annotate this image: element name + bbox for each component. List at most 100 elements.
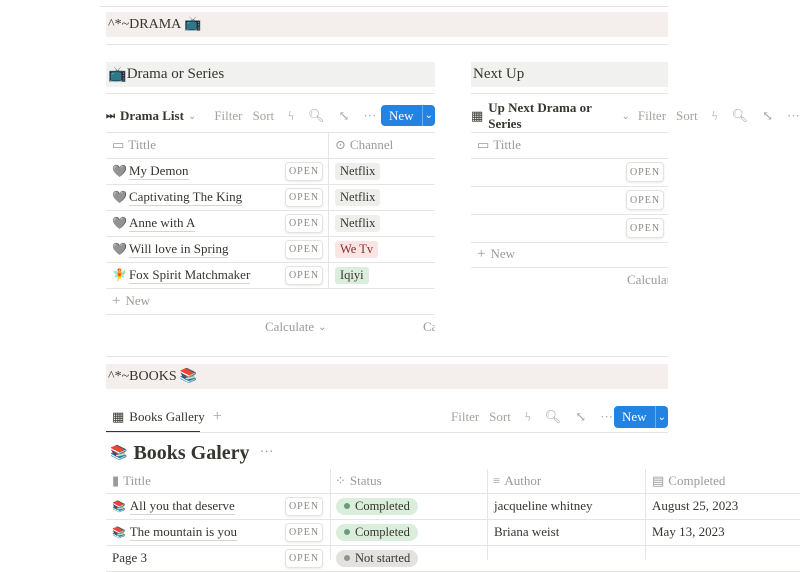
more-icon[interactable]: ···: [260, 445, 274, 461]
completed-date-cell[interactable]: August 25, 2023: [652, 493, 738, 519]
status-cell[interactable]: Completed: [336, 519, 418, 545]
books-title: 📚 Books Galery ···: [110, 440, 274, 466]
expand-icon[interactable]: ⤡: [339, 108, 350, 124]
open-button[interactable]: OPEN: [285, 240, 323, 259]
author-cell[interactable]: jacqueline whitney: [494, 493, 593, 519]
row-title[interactable]: Fox Spirit Matchmaker: [128, 267, 251, 284]
text-icon: ▭: [112, 137, 125, 152]
open-button[interactable]: OPEN: [285, 188, 323, 207]
row-title[interactable]: My Demon: [128, 163, 189, 180]
chevron-down-icon[interactable]: ⌄: [423, 110, 435, 121]
lightning-icon[interactable]: ϟ: [712, 108, 718, 124]
author-cell[interactable]: Briana weist: [494, 519, 559, 545]
lightning-icon[interactable]: ϟ: [525, 409, 531, 425]
table-row[interactable]: 🧚 Fox Spirit Matchmaker: [112, 262, 251, 288]
table-row[interactable]: 📚 All you that deserve: [112, 493, 235, 519]
table-row[interactable]: 🩶 My Demon: [112, 158, 189, 184]
column-header-completed[interactable]: ▤ Completed: [652, 469, 725, 493]
row-title[interactable]: Page 3: [112, 550, 147, 566]
callout-title: Drama or Series: [126, 66, 225, 82]
table-row[interactable]: 🩶 Will love in Spring: [112, 236, 229, 262]
tab-books-gallery[interactable]: Books Gallery: [129, 409, 204, 425]
add-new-row[interactable]: + New: [112, 288, 150, 314]
status-label: Completed: [355, 524, 410, 539]
books-tab[interactable]: ▦ Books Gallery +: [112, 407, 222, 427]
chevron-down-icon[interactable]: ⌄: [188, 111, 196, 122]
open-button[interactable]: OPEN: [285, 266, 323, 285]
expand-icon[interactable]: ⤡: [575, 409, 586, 425]
add-new-row[interactable]: + New: [477, 242, 515, 266]
tv-icon: 📺: [184, 17, 202, 32]
filter-button[interactable]: Filter: [451, 409, 479, 425]
tv-icon: 📺: [108, 67, 127, 83]
channel-cell[interactable]: Iqiyi: [335, 262, 369, 288]
add-new-label: New: [125, 293, 151, 308]
search-icon[interactable]: 🔍︎: [308, 108, 325, 124]
open-button[interactable]: OPEN: [626, 162, 664, 182]
channel-cell[interactable]: Netflix: [335, 158, 381, 184]
more-icon[interactable]: ···: [600, 409, 613, 425]
column-header-title[interactable]: ▮ Tittle: [112, 469, 151, 493]
calculate-button[interactable]: Calculate: [627, 271, 668, 289]
more-icon[interactable]: ···: [363, 108, 376, 124]
sort-button[interactable]: Sort: [252, 108, 274, 124]
column-header-author[interactable]: ≡ Author: [493, 469, 541, 493]
new-label[interactable]: New: [381, 105, 423, 126]
new-label[interactable]: New: [614, 406, 656, 428]
completed-date-cell[interactable]: May 13, 2023: [652, 519, 725, 545]
search-icon[interactable]: 🔍︎: [732, 108, 749, 124]
sort-button[interactable]: Sort: [676, 108, 698, 124]
calculate-label: Calculate: [265, 319, 315, 334]
callout-title: Next Up: [473, 66, 525, 82]
row-title[interactable]: All you that deserve: [129, 498, 235, 515]
status-cell[interactable]: Completed: [336, 493, 418, 519]
open-button[interactable]: OPEN: [285, 497, 323, 516]
drama-or-series-callout: 📺 Drama or Series: [106, 62, 435, 87]
table-row[interactable]: 🩶 Captivating The King: [112, 184, 243, 210]
table-row[interactable]: 🩶 Anne with A: [112, 210, 196, 236]
channel-cell[interactable]: Netflix: [335, 210, 381, 236]
divider: [471, 93, 668, 94]
filter-button[interactable]: Filter: [638, 108, 666, 124]
open-button[interactable]: OPEN: [285, 162, 323, 181]
drama-heading-text: ^*~DRAMA: [108, 16, 182, 32]
chevron-down-icon[interactable]: ⌄: [621, 111, 629, 122]
channel-cell[interactable]: We Tv: [335, 236, 379, 262]
chevron-down-icon[interactable]: ⌄: [656, 412, 668, 423]
column-header-title[interactable]: ▭ Tittle: [112, 132, 156, 158]
status-cell[interactable]: Not started: [336, 545, 419, 571]
row-title[interactable]: Will love in Spring: [128, 241, 229, 258]
lightning-icon[interactable]: ϟ: [288, 108, 294, 124]
filter-button[interactable]: Filter: [214, 108, 242, 124]
table-row[interactable]: 📚 The mountain is you: [112, 519, 237, 545]
row-title[interactable]: Captivating The King: [128, 189, 243, 206]
column-header-status[interactable]: ⁘ Status: [335, 469, 382, 493]
add-view-icon[interactable]: +: [213, 408, 222, 426]
open-button[interactable]: OPEN: [285, 214, 323, 233]
column-header-title[interactable]: ▭ Tittle: [477, 132, 521, 158]
open-button[interactable]: OPEN: [285, 549, 323, 568]
view-selector[interactable]: Drama List: [120, 108, 184, 124]
header-label: Tittle: [123, 473, 151, 488]
new-button[interactable]: New ⌄: [381, 105, 435, 126]
new-button[interactable]: New ⌄: [614, 406, 668, 428]
open-button[interactable]: OPEN: [285, 523, 323, 542]
sort-button[interactable]: Sort: [489, 409, 511, 425]
row-title[interactable]: Anne with A: [128, 215, 196, 232]
search-icon[interactable]: 🔍︎: [545, 409, 562, 425]
expand-icon[interactable]: ⤡: [762, 108, 773, 124]
channel-cell[interactable]: Netflix: [335, 184, 381, 210]
column-header-channel[interactable]: ⊙ Channel: [335, 132, 393, 158]
more-icon[interactable]: ···: [787, 108, 800, 124]
calculate-button[interactable]: Ca: [423, 318, 435, 336]
table-row[interactable]: Page 3: [112, 545, 147, 571]
open-button[interactable]: OPEN: [626, 218, 664, 238]
view-selector[interactable]: Up Next Drama or Series: [488, 100, 617, 132]
books-toolbar: Filter Sort ϟ 🔍︎ ⤡ ···: [451, 407, 613, 427]
row-title[interactable]: The mountain is you: [129, 524, 237, 541]
calculate-button[interactable]: Calculate ⌄: [265, 318, 326, 336]
fairy-icon: 🧚: [112, 267, 127, 282]
open-button[interactable]: OPEN: [626, 190, 664, 210]
channel-tag: Netflix: [335, 162, 381, 180]
next-up-callout: Next Up: [471, 62, 668, 87]
